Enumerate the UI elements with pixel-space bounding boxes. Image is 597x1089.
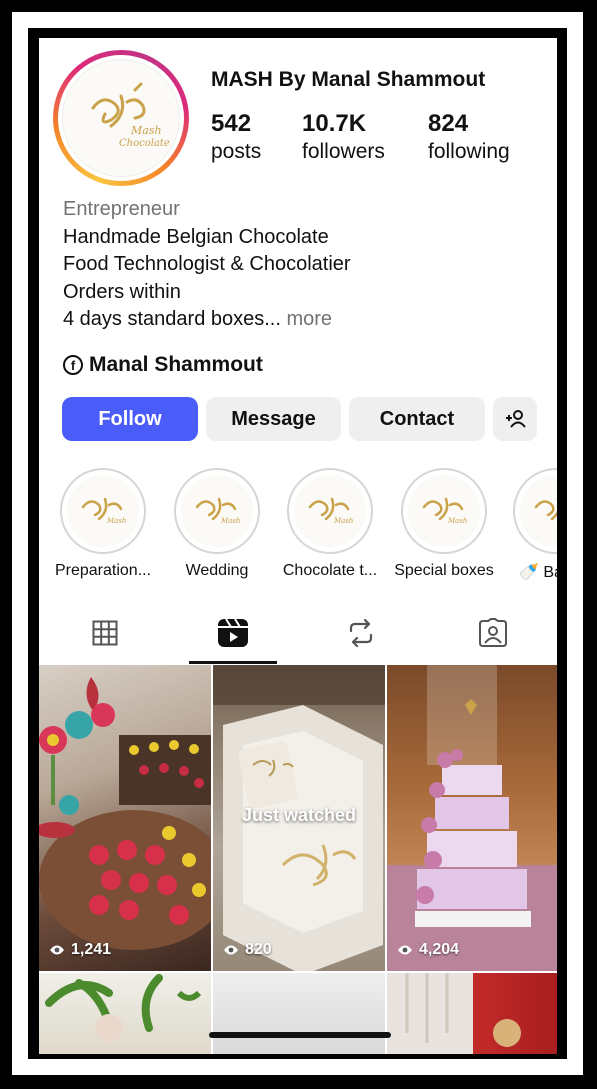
more-link[interactable]: more [281,308,332,330]
svg-text:Mash: Mash [106,517,126,525]
stat-followers[interactable]: 10.7K followers [302,110,385,164]
profile-bio: Entrepreneur Handmade Belgian Chocolate … [63,196,351,334]
svg-text:Mash: Mash [333,517,353,525]
reel-thumbnail[interactable]: Just watched 820 [213,665,385,971]
message-button[interactable]: Message [206,397,341,441]
stat-posts[interactable]: 542 posts [211,110,261,164]
view-count-value: 1,241 [71,941,112,958]
contact-button[interactable]: Contact [349,397,485,441]
tab-reels[interactable] [189,603,277,663]
reel-thumbnail[interactable]: 4,204 [387,665,557,971]
tab-tagged[interactable] [449,603,537,663]
profile-category: Entrepreneur [63,198,180,220]
highlight-cover: Mash [294,475,366,547]
suggested-people-button[interactable] [493,397,537,441]
followers-count: 10.7K [302,110,367,137]
avatar-frame: Mash Chocolate [58,55,184,181]
eye-icon [50,945,64,955]
follow-button[interactable]: Follow [62,397,198,441]
svg-text:Mash: Mash [447,517,467,525]
svg-text:Mash: Mash [130,124,162,137]
facebook-name: Manal Shammout [89,353,263,376]
grid-icon [92,620,118,646]
bio-line: Handmade Belgian Chocolate [63,225,329,248]
highlight-item[interactable]: Mash Preparation... [53,468,153,580]
highlight-cover: Mash [67,475,139,547]
bio-last-line: 4 days standard boxes... more [63,306,351,334]
reel-thumbnail[interactable] [213,973,385,1054]
profile-screen: Mash Chocolate MASH By Manal Shammout 54… [39,38,557,1054]
reel-thumbnail[interactable] [39,973,211,1054]
just-watched-label: Just watched [241,805,357,825]
eye-icon [398,945,412,955]
reels-icon [218,618,248,647]
svg-text:Mash: Mash [220,517,240,525]
view-count: 4,204 [397,941,459,959]
eye-icon [224,945,238,955]
posts-label: posts [211,140,262,163]
view-count: 820 [223,941,272,959]
content-tabs [39,603,557,664]
following-count: 824 [428,110,469,137]
following-label: following [428,140,510,163]
plant-image [45,974,202,1042]
posts-count: 542 [211,110,252,137]
view-count-value: 820 [245,941,272,958]
view-count: 1,241 [49,941,111,959]
active-tab-indicator [189,661,277,664]
tagged-person-icon [479,618,507,647]
highlight-item[interactable]: Mash Wedding [167,468,267,580]
bio-line: Orders within [63,280,181,303]
repost-icon [349,619,373,647]
wedding-cake-image [387,665,557,971]
profile-avatar[interactable]: Mash Chocolate [53,50,189,186]
highlight-item[interactable]: Mash Special boxes [394,468,494,580]
followers-label: followers [302,140,385,163]
facebook-icon: f [63,355,83,375]
bio-line: 4 days standard boxes... [63,308,281,330]
stat-following[interactable]: 824 following [428,110,510,164]
highlight-item[interactable]: 🍼 Ba [507,468,557,582]
highlight-label: Special boxes [394,562,494,579]
highlight-label: Preparation... [54,562,152,579]
highlight-ring: Mash [174,468,260,554]
facebook-link[interactable]: f Manal Shammout [63,353,263,377]
profile-name: MASH By Manal Shammout [211,68,486,91]
reel-thumbnail[interactable] [387,973,557,1054]
tab-reposts[interactable] [317,603,405,663]
highlight-label: Wedding [185,562,249,579]
stage-image [405,973,521,1047]
highlight-ring [513,468,557,554]
highlight-label: 🍼 Ba [519,564,557,581]
add-person-icon [506,410,526,428]
highlight-cover [520,475,557,547]
highlight-label: Chocolate t... [282,562,378,579]
highlight-ring: Mash [60,468,146,554]
svg-text:Chocolate: Chocolate [119,138,170,149]
highlight-item[interactable]: Mash Chocolate t... [280,468,380,580]
tab-grid[interactable] [61,603,149,663]
bio-line: Food Technologist & Chocolatier [63,253,351,275]
reel-thumbnail[interactable]: 1,241 [39,665,211,971]
highlight-ring: Mash [287,468,373,554]
home-indicator[interactable] [209,1032,391,1038]
highlight-ring: Mash [401,468,487,554]
highlight-cover: Mash [181,475,253,547]
chocolates-image [39,677,211,950]
highlight-cover: Mash [408,475,480,547]
view-count-value: 4,204 [419,941,460,958]
brand-logo: Mash Chocolate [62,59,180,177]
